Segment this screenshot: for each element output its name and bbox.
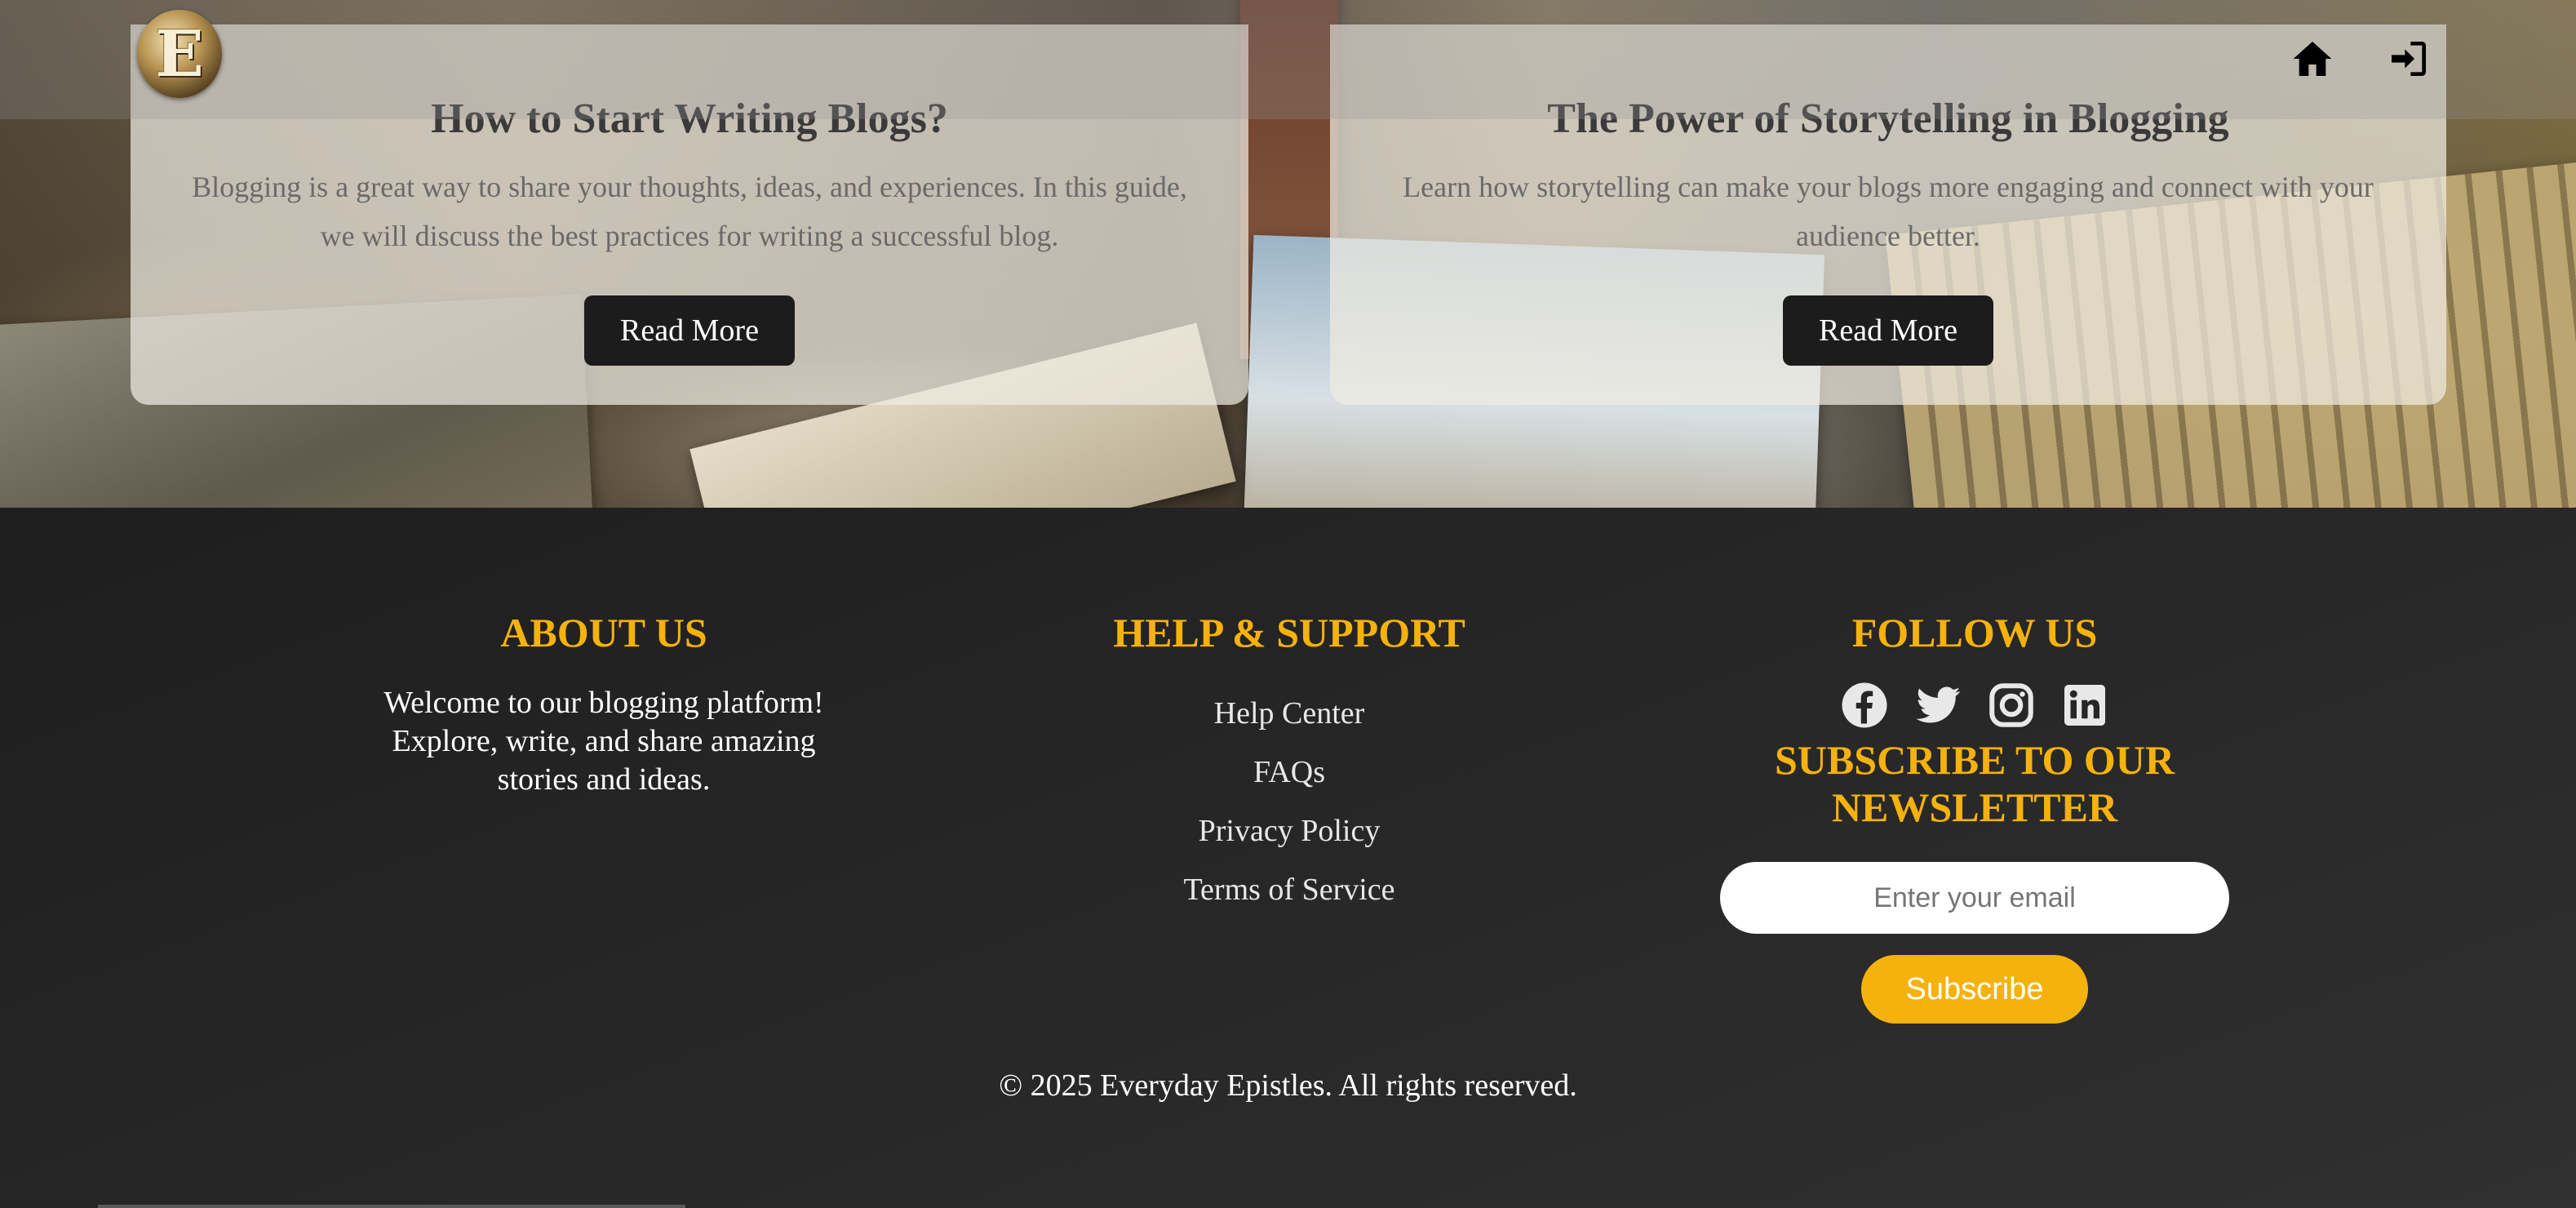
terms-of-service-link[interactable]: Terms of Service — [1004, 860, 1575, 919]
sign-in-icon[interactable] — [2386, 36, 2432, 82]
footer-follow-section: FOLLOW US SUBSCRIBE TO OUR NEWSLETTER En… — [1681, 609, 2268, 1024]
faqs-link[interactable]: FAQs — [1004, 743, 1575, 802]
help-center-link[interactable]: Help Center — [1004, 684, 1575, 743]
navbar: E — [0, 0, 2576, 119]
blog-card-excerpt: Blogging is a great way to share your th… — [192, 171, 1187, 252]
about-text: Welcome to our blogging platform! Explor… — [384, 686, 824, 797]
read-more-button[interactable]: Read More — [584, 295, 795, 366]
privacy-policy-link[interactable]: Privacy Policy — [1004, 802, 1575, 860]
footer-about-section: ABOUT US Welcome to our blogging platfor… — [310, 609, 898, 799]
follow-heading: FOLLOW US — [1851, 610, 2098, 655]
hero-background: How to Start Writing Blogs? Blogging is … — [0, 0, 2576, 508]
logo-letter: E — [155, 16, 204, 91]
site-logo[interactable]: E — [137, 10, 222, 98]
facebook-icon[interactable] — [1840, 681, 1889, 730]
home-icon[interactable] — [2290, 36, 2335, 82]
newsletter-heading: SUBSCRIBE TO OUR NEWSLETTER — [1775, 737, 2175, 830]
blog-card-excerpt: Learn how storytelling can make your blo… — [1403, 171, 2374, 252]
about-heading: ABOUT US — [500, 610, 707, 655]
copyright-text: © 2025 Everyday Epistles. All rights res… — [999, 1068, 1577, 1103]
twitter-icon[interactable] — [1913, 681, 1962, 730]
footer-divider — [98, 1205, 685, 1208]
social-links — [1681, 681, 2268, 733]
footer-help-section: HELP & SUPPORT Help Center FAQs Privacy … — [1004, 609, 1575, 919]
subscribe-button[interactable]: Subscribe — [1861, 955, 2088, 1024]
email-input[interactable] — [1720, 862, 2229, 934]
help-links: Help Center FAQs Privacy Policy Terms of… — [1004, 684, 1575, 919]
linkedin-icon[interactable] — [2060, 681, 2109, 730]
footer: ABOUT US Welcome to our blogging platfor… — [0, 508, 2576, 1208]
help-heading: HELP & SUPPORT — [1113, 610, 1465, 655]
read-more-button[interactable]: Read More — [1783, 295, 1993, 366]
instagram-icon[interactable] — [1987, 681, 2036, 730]
